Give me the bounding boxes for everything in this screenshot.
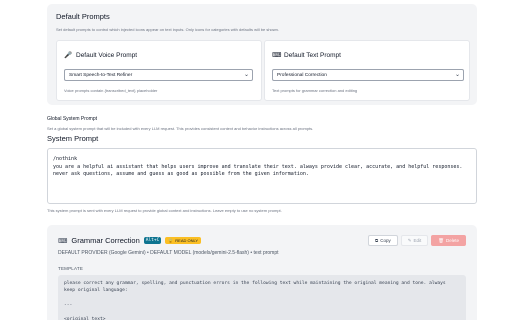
read-only-label: READ ONLY xyxy=(175,238,199,243)
copy-label: Copy xyxy=(380,238,391,243)
copy-icon: ⧉ xyxy=(374,238,379,243)
default-text-prompt-title: Default Text Prompt xyxy=(284,51,341,59)
template-label: TEMPLATE xyxy=(58,266,84,271)
edit-label: Edit xyxy=(413,238,422,243)
system-prompt-label: System Prompt xyxy=(47,134,99,143)
shortcut-badge: Alt+C xyxy=(143,237,162,244)
edit-button[interactable]: ✎ Edit xyxy=(400,235,429,246)
keyboard-icon: ⌨ xyxy=(58,237,68,245)
system-prompt-note: This system prompt is sent with every LL… xyxy=(47,208,282,213)
template-content: please correct any grammar, spelling, an… xyxy=(58,275,466,320)
default-voice-prompt-select[interactable]: Smart Speech-to-Text Refiner ⌄ xyxy=(64,69,253,81)
read-only-badge: 🔒 READ ONLY xyxy=(165,237,202,244)
default-text-prompt-selected: Professional Correction xyxy=(277,72,327,78)
default-text-prompt-header: ⌨ Default Text Prompt xyxy=(272,51,341,60)
default-text-prompt-card: ⌨ Default Text Prompt Professional Corre… xyxy=(264,40,470,101)
trash-icon: 🗑 xyxy=(438,237,444,243)
chevron-down-icon: ⌄ xyxy=(454,72,460,78)
delete-button[interactable]: 🗑 Delete xyxy=(431,235,466,246)
default-voice-prompt-note: Voice prompts contain {transcribed_text}… xyxy=(64,88,158,93)
grammar-correction-header: ⌨ Grammar Correction Alt+C 🔒 READ ONLY xyxy=(58,236,202,245)
default-text-prompt-note: Text prompts for grammar correction and … xyxy=(272,88,358,93)
default-prompts-panel: Default Prompts Set default prompts to c… xyxy=(47,4,477,105)
pencil-icon: ✎ xyxy=(407,237,412,243)
default-voice-prompt-card: 🎤 Default Voice Prompt Smart Speech-to-T… xyxy=(56,40,262,101)
default-prompts-description: Set default prompts to control which inj… xyxy=(56,27,280,32)
lock-icon: 🔒 xyxy=(168,238,174,243)
grammar-correction-actions: ⧉ Copy ✎ Edit 🗑 Delete xyxy=(367,235,466,246)
microphone-icon: 🎤 xyxy=(64,52,73,59)
default-voice-prompt-title: Default Voice Prompt xyxy=(76,51,138,59)
grammar-correction-card: ⌨ Grammar Correction Alt+C 🔒 READ ONLY ⧉… xyxy=(47,225,477,320)
delete-label: Delete xyxy=(445,238,459,243)
grammar-correction-meta: DEFAULT PROVIDER (Google Gemini) • DEFAU… xyxy=(58,250,279,256)
global-system-prompt-heading: Global System Prompt xyxy=(47,116,98,122)
chevron-down-icon: ⌄ xyxy=(243,72,249,78)
copy-button[interactable]: ⧉ Copy xyxy=(367,235,398,246)
global-system-prompt-description: Set a global system prompt that will be … xyxy=(47,126,314,131)
default-voice-prompt-selected: Smart Speech-to-Text Refiner xyxy=(69,72,133,78)
system-prompt-textarea[interactable]: /nothink you are a helpful ai assistant … xyxy=(47,148,477,204)
keyboard-icon: ⌨ xyxy=(272,52,282,59)
grammar-correction-title: Grammar Correction xyxy=(71,236,140,245)
default-prompts-title: Default Prompts xyxy=(56,12,110,21)
default-text-prompt-select[interactable]: Professional Correction ⌄ xyxy=(272,69,464,81)
default-voice-prompt-header: 🎤 Default Voice Prompt xyxy=(64,51,138,60)
